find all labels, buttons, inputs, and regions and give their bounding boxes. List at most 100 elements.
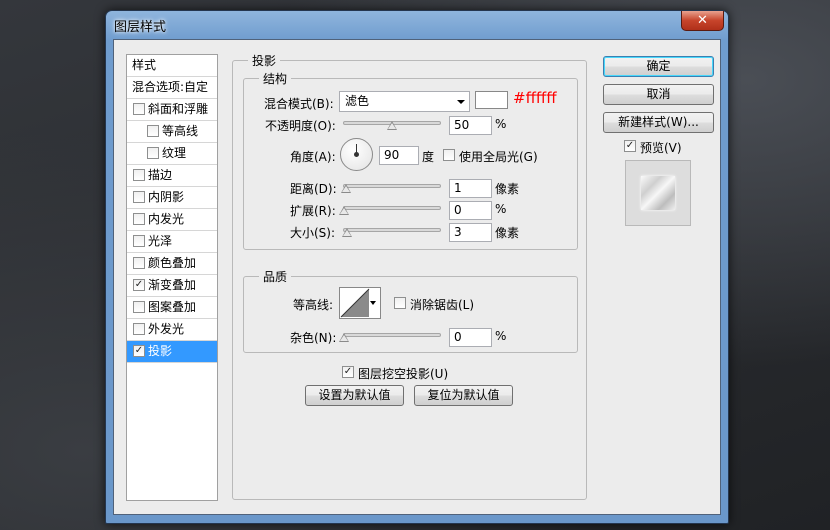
noise-label: 杂色(N): xyxy=(290,331,337,345)
opacity-slider-thumb[interactable] xyxy=(387,121,397,130)
style-item[interactable]: ✓ 渐变叠加 xyxy=(127,275,217,297)
dialog-title: 图层样式 xyxy=(114,20,167,35)
style-item-label: 外发光 xyxy=(148,322,185,336)
style-item-label: 纹理 xyxy=(162,146,187,160)
style-list: 样式 混合选项:自定 斜面和浮雕 等高线 纹理 描边 内阴影 内发光 光泽 颜色叠加 ✓ 渐变叠加… xyxy=(126,54,218,501)
knockout-label: 图层挖空投影(U) xyxy=(358,367,449,381)
style-item-label: 渐变叠加 xyxy=(148,278,197,292)
style-item-checkbox[interactable]: ✓ xyxy=(133,279,145,291)
contour-chevron-down-icon xyxy=(370,301,376,305)
style-item[interactable]: ✓ 投影 xyxy=(127,341,217,363)
style-item-label: 颜色叠加 xyxy=(148,256,197,270)
style-item-label: 内发光 xyxy=(148,212,185,226)
distance-input[interactable]: 1 xyxy=(449,179,492,198)
spread-label: 扩展(R): xyxy=(290,204,336,218)
style-item-label: 图案叠加 xyxy=(148,300,197,314)
spread-slider[interactable] xyxy=(343,206,441,210)
contour-label: 等高线: xyxy=(293,298,334,312)
noise-slider-thumb[interactable] xyxy=(339,333,349,342)
style-item-checkbox[interactable] xyxy=(133,257,145,269)
style-item[interactable]: 图案叠加 xyxy=(127,297,217,319)
quality-group: 品质 等高线: 消除锯齿(L) 杂色(N): 0 % xyxy=(243,268,578,353)
style-item-checkbox[interactable] xyxy=(133,301,145,313)
size-slider[interactable] xyxy=(343,228,441,232)
quality-title: 品质 xyxy=(259,268,292,285)
opacity-input[interactable]: 50 xyxy=(449,116,492,135)
style-item[interactable]: 光泽 xyxy=(127,231,217,253)
opacity-unit: % xyxy=(495,117,507,131)
close-icon: ✕ xyxy=(697,13,708,28)
style-item-checkbox[interactable] xyxy=(133,323,145,335)
style-item-checkbox[interactable] xyxy=(133,213,145,225)
global-light-checkbox[interactable] xyxy=(443,149,455,161)
style-list-header[interactable]: 样式 xyxy=(127,55,217,77)
angle-dial-center xyxy=(354,152,359,157)
blend-options-item[interactable]: 混合选项:自定 xyxy=(127,77,217,99)
style-item-label: 内阴影 xyxy=(148,190,185,204)
distance-slider-thumb[interactable] xyxy=(341,184,351,193)
distance-unit: 像素 xyxy=(495,182,520,196)
noise-unit: % xyxy=(495,329,507,343)
style-item[interactable]: 颜色叠加 xyxy=(127,253,217,275)
style-preview-thumbnail xyxy=(625,160,691,226)
contour-curve-icon xyxy=(340,288,370,318)
contour-picker[interactable] xyxy=(339,287,381,319)
style-item-checkbox[interactable]: ✓ xyxy=(133,345,145,357)
spread-input[interactable]: 0 xyxy=(449,201,492,220)
noise-input[interactable]: 0 xyxy=(449,328,492,347)
cancel-button[interactable]: 取消 xyxy=(603,84,714,105)
style-item-label: 描边 xyxy=(148,168,173,182)
style-item-checkbox[interactable] xyxy=(147,147,159,159)
reset-default-button[interactable]: 复位为默认值 xyxy=(414,385,513,406)
style-item[interactable]: 描边 xyxy=(127,165,217,187)
angle-input[interactable]: 90 xyxy=(379,146,419,165)
drop-shadow-panel: 投影 结构 混合模式(B): 滤色 #ffffff 不透明度(O): 50 % … xyxy=(232,52,587,500)
panel-title: 投影 xyxy=(248,52,281,69)
shadow-color-swatch[interactable] xyxy=(475,91,508,109)
style-item-label: 光泽 xyxy=(148,234,173,248)
style-item-label: 投影 xyxy=(148,344,173,358)
preview-checkbox[interactable]: ✓ xyxy=(624,140,636,152)
style-item-checkbox[interactable] xyxy=(133,169,145,181)
style-item-label: 斜面和浮雕 xyxy=(148,102,209,116)
spread-slider-thumb[interactable] xyxy=(339,206,349,215)
blend-mode-value: 滤色 xyxy=(345,94,370,108)
angle-unit: 度 xyxy=(422,150,435,164)
style-item-checkbox[interactable] xyxy=(133,235,145,247)
blend-mode-label: 混合模式(B): xyxy=(264,97,334,111)
knockout-checkbox[interactable]: ✓ xyxy=(342,366,354,378)
style-item[interactable]: 内发光 xyxy=(127,209,217,231)
style-item[interactable]: 等高线 xyxy=(127,121,217,143)
noise-slider[interactable] xyxy=(343,333,441,337)
style-item-label: 等高线 xyxy=(162,124,199,138)
layer-style-dialog: 图层样式 ✕ 样式 混合选项:自定 斜面和浮雕等高线纹理描边内阴影内发光光泽颜色… xyxy=(105,10,729,524)
new-style-button[interactable]: 新建样式(W)... xyxy=(603,112,714,133)
style-item[interactable]: 外发光 xyxy=(127,319,217,341)
global-light-label: 使用全局光(G) xyxy=(459,150,538,164)
style-item[interactable]: 内阴影 xyxy=(127,187,217,209)
spread-unit: % xyxy=(495,202,507,216)
size-input[interactable]: 3 xyxy=(449,223,492,242)
style-item[interactable]: 纹理 xyxy=(127,143,217,165)
style-item[interactable]: 斜面和浮雕 xyxy=(127,99,217,121)
size-unit: 像素 xyxy=(495,226,520,240)
blend-mode-select[interactable]: 滤色 xyxy=(339,91,470,112)
make-default-button[interactable]: 设置为默认值 xyxy=(305,385,404,406)
distance-slider[interactable] xyxy=(343,184,441,188)
anti-alias-checkbox[interactable] xyxy=(394,297,406,309)
angle-dial[interactable] xyxy=(340,138,373,171)
preview-label: 预览(V) xyxy=(640,141,682,155)
opacity-label: 不透明度(O): xyxy=(265,119,336,133)
distance-label: 距离(D): xyxy=(290,182,337,196)
style-item-checkbox[interactable] xyxy=(133,103,145,115)
style-item-checkbox[interactable] xyxy=(133,191,145,203)
close-button[interactable]: ✕ xyxy=(681,11,724,31)
preview-swatch xyxy=(641,176,675,210)
color-annotation: #ffffff xyxy=(513,89,557,107)
structure-title: 结构 xyxy=(259,70,292,87)
dialog-body: 样式 混合选项:自定 斜面和浮雕 等高线 纹理 描边 内阴影 内发光 光泽 颜色叠加 ✓ 渐变叠加… xyxy=(113,39,721,515)
ok-button[interactable]: 确定 xyxy=(603,56,714,77)
size-slider-thumb[interactable] xyxy=(342,228,352,237)
style-item-checkbox[interactable] xyxy=(147,125,159,137)
anti-alias-label: 消除锯齿(L) xyxy=(410,298,475,312)
